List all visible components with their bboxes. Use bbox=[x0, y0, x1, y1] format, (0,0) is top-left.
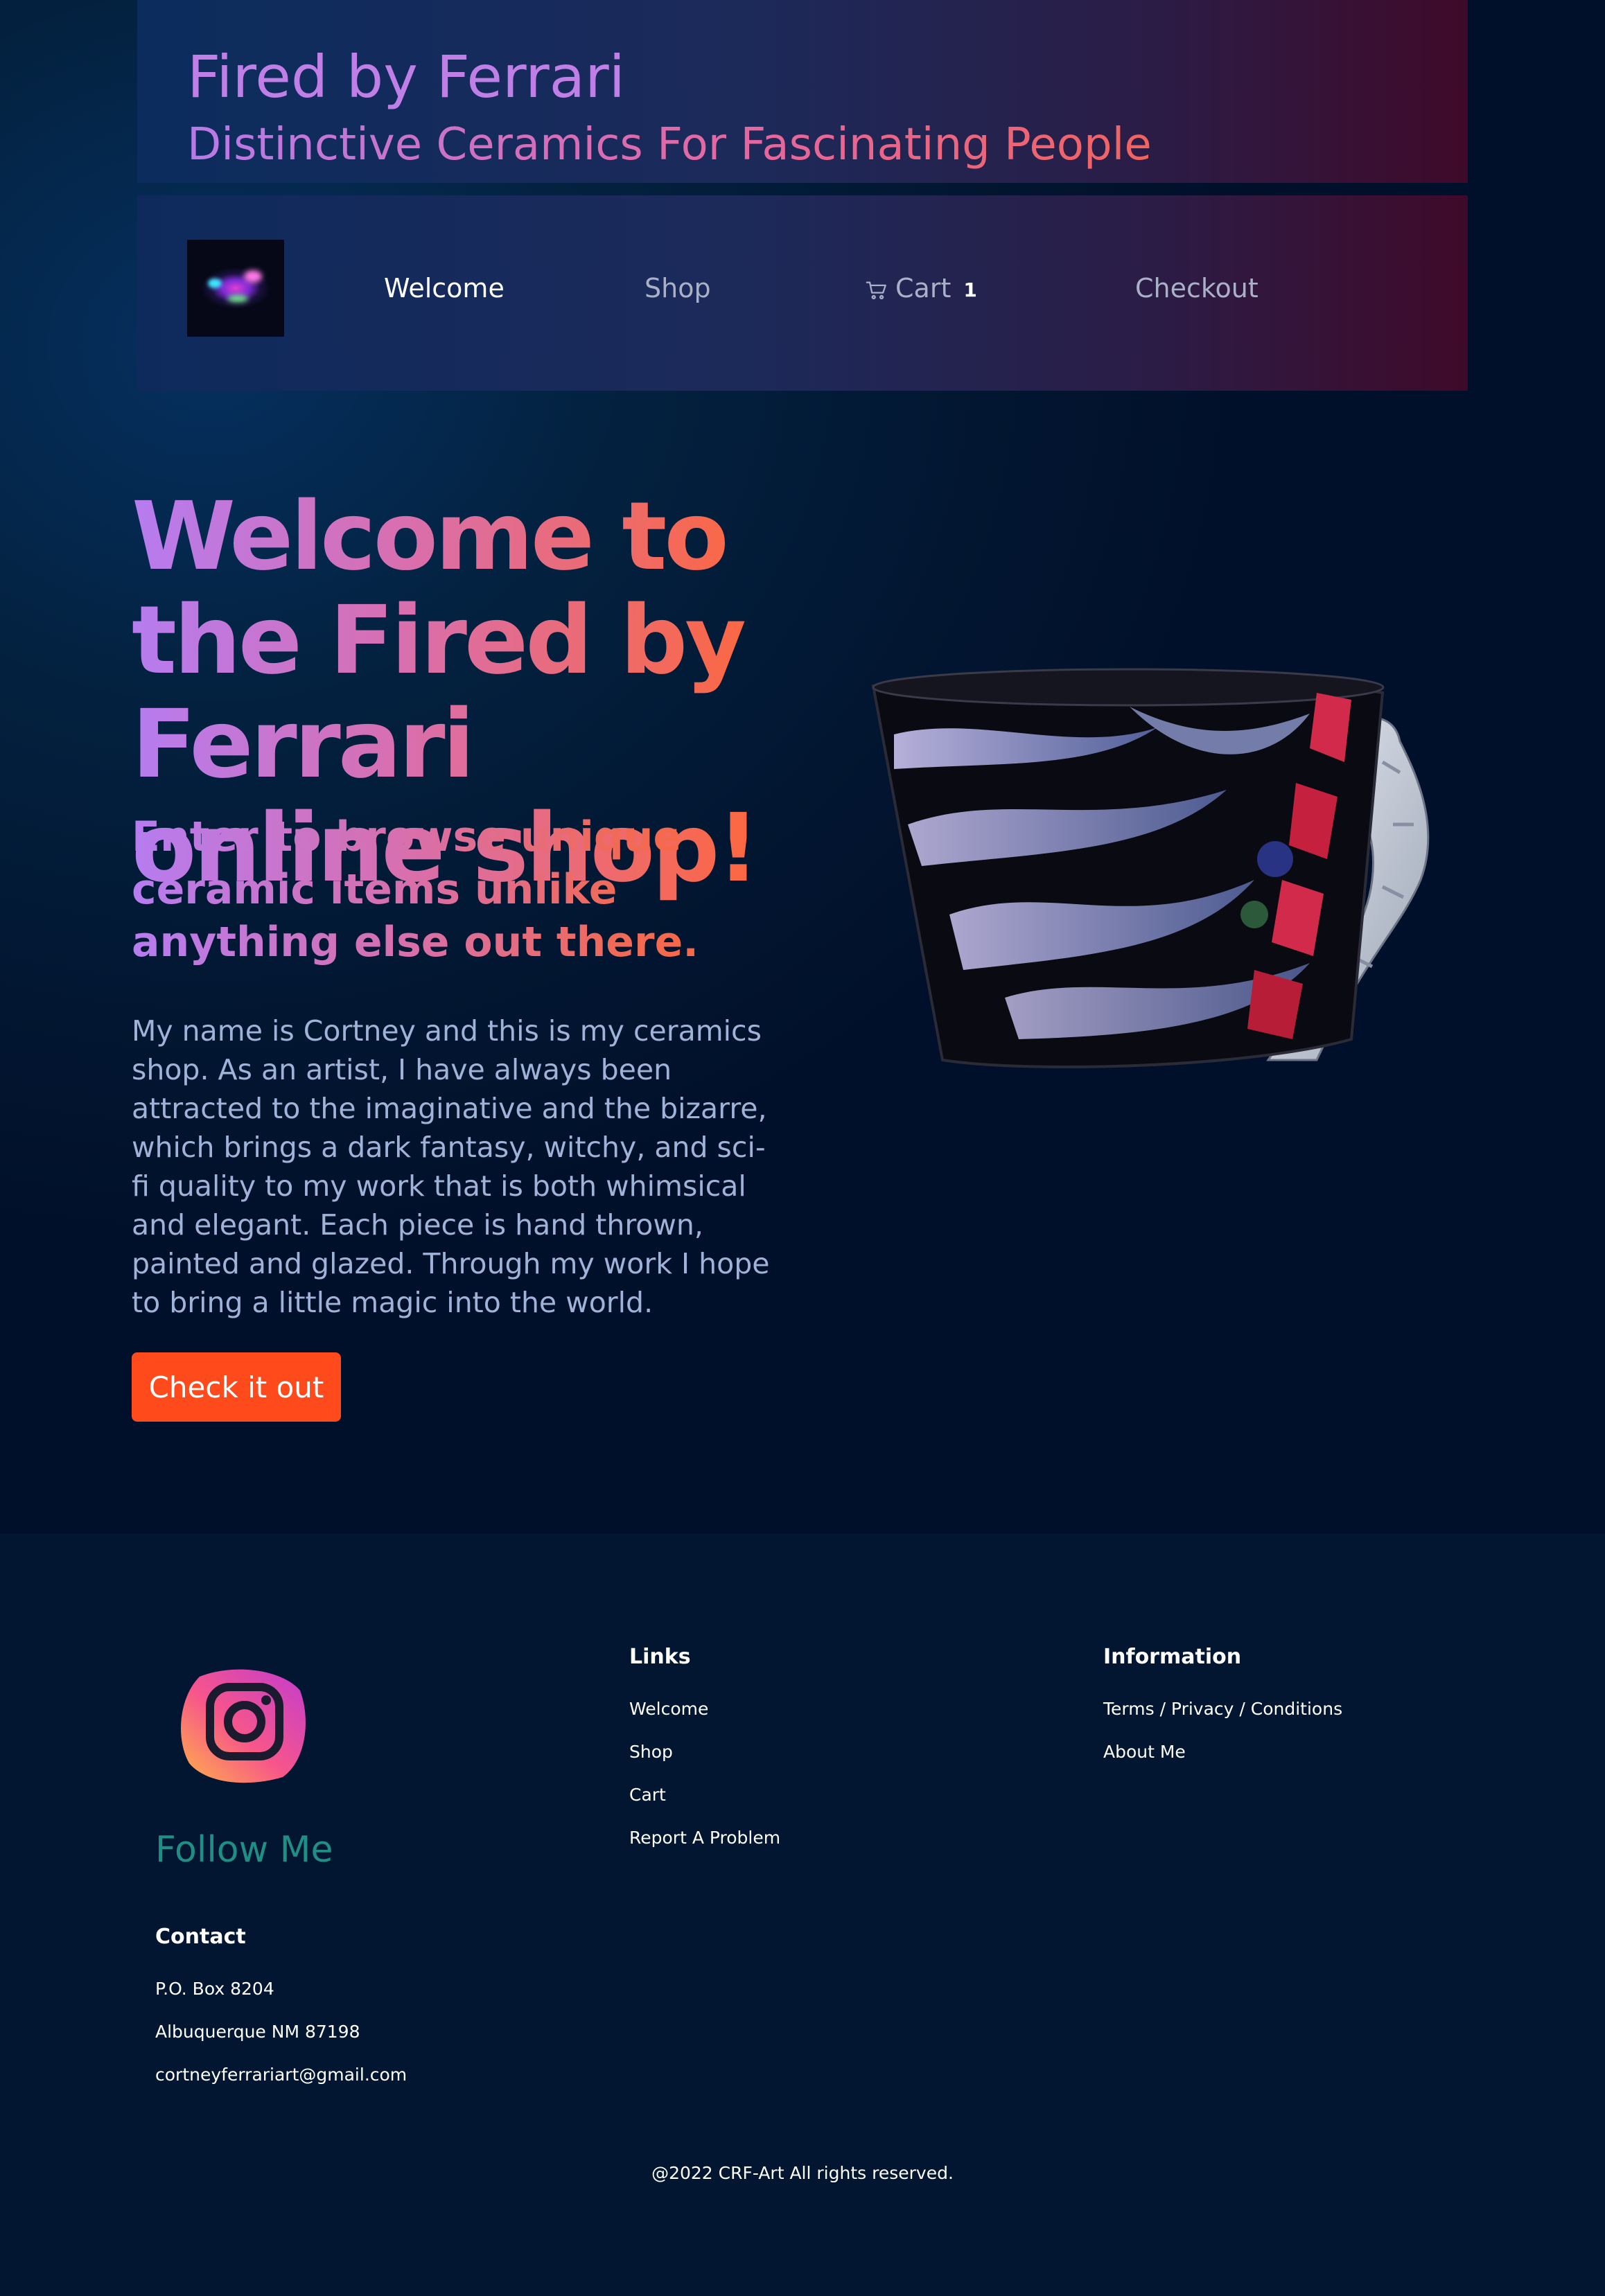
main-nav: Welcome Shop Cart 1 Checkout bbox=[137, 195, 1468, 391]
contact-po-box: P.O. Box 8204 bbox=[155, 1979, 274, 1999]
footer-link-report-problem[interactable]: Report A Problem bbox=[629, 1828, 780, 1848]
site-header: Fired by Ferrari Distinctive Ceramics Fo… bbox=[137, 0, 1468, 183]
footer-link-about-me[interactable]: About Me bbox=[1103, 1742, 1186, 1762]
cart-icon bbox=[866, 281, 886, 300]
nav-item-welcome[interactable]: Welcome bbox=[384, 273, 505, 303]
hero-body-text: My name is Cortney and this is my cerami… bbox=[132, 1014, 770, 1319]
nav-item-checkout[interactable]: Checkout bbox=[1135, 273, 1258, 303]
cart-count-badge: 1 bbox=[963, 278, 977, 301]
cart-label: Cart bbox=[895, 273, 951, 303]
contact-email[interactable]: cortneyferrariart@gmail.com bbox=[155, 2065, 407, 2085]
nav-logo-image[interactable] bbox=[187, 240, 284, 337]
brand-tagline: Distinctive Ceramics For Fascinating Peo… bbox=[187, 119, 1152, 170]
brand-title[interactable]: Fired by Ferrari bbox=[187, 43, 625, 111]
footer-link-terms[interactable]: Terms / Privacy / Conditions bbox=[1103, 1699, 1342, 1719]
hero-subheading: Enter to browse unique ceramic items unl… bbox=[132, 811, 769, 969]
footer-link-shop[interactable]: Shop bbox=[629, 1742, 673, 1762]
nav-item-cart[interactable]: Cart 1 bbox=[865, 273, 977, 303]
footer-link-cart[interactable]: Cart bbox=[629, 1785, 666, 1805]
contact-heading: Contact bbox=[155, 1925, 246, 1949]
copyright-text: @2022 CRF-Art All rights reserved. bbox=[651, 2163, 954, 2183]
follow-me-label[interactable]: Follow Me bbox=[155, 1829, 333, 1871]
links-heading: Links bbox=[629, 1645, 691, 1669]
footer-link-welcome[interactable]: Welcome bbox=[629, 1699, 708, 1719]
information-heading: Information bbox=[1103, 1645, 1242, 1669]
instagram-icon[interactable] bbox=[179, 1663, 310, 1787]
nav-item-shop[interactable]: Shop bbox=[644, 273, 711, 303]
ceramic-mug-image bbox=[866, 651, 1462, 1088]
check-it-out-button[interactable]: Check it out bbox=[132, 1352, 341, 1422]
contact-city: Albuquerque NM 87198 bbox=[155, 2022, 360, 2042]
